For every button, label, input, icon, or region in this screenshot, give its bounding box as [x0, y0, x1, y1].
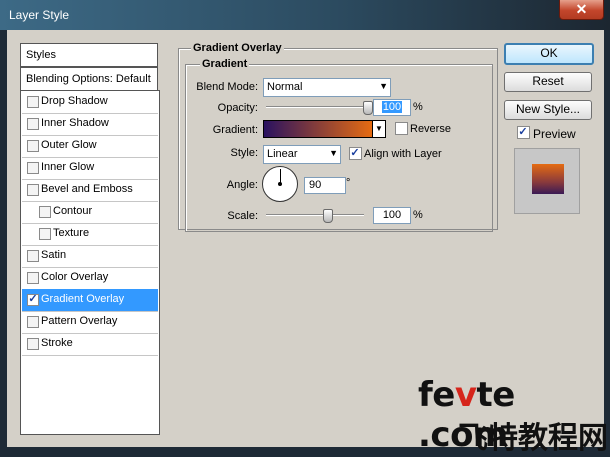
reverse-label: Reverse	[410, 123, 451, 135]
effect-label: Bevel and Emboss	[41, 183, 133, 195]
effects-list: Drop Shadow Inner Shadow Outer Glow Inner G…	[20, 90, 160, 435]
effect-checkbox[interactable]	[39, 228, 51, 240]
effect-item[interactable]: Drop Shadow	[22, 91, 158, 114]
effect-label: Satin	[41, 249, 67, 261]
chevron-down-icon: ▼	[375, 124, 383, 133]
effect-item[interactable]: Contour	[22, 201, 158, 224]
effect-item[interactable]: Texture	[22, 223, 158, 246]
blend-mode-select[interactable]: Normal ▼	[263, 78, 391, 97]
angle-label: Angle:	[226, 179, 258, 191]
scale-unit: %	[413, 209, 423, 221]
style-label: Style:	[230, 147, 258, 159]
angle-dial-center	[278, 182, 282, 186]
effect-item[interactable]: Inner Shadow	[22, 113, 158, 136]
effect-item[interactable]: Stroke	[22, 333, 158, 356]
effect-item[interactable]: Outer Glow	[22, 135, 158, 158]
angle-input[interactable]: 90	[304, 177, 346, 194]
effect-label: Inner Shadow	[41, 117, 109, 129]
style-value: Linear	[267, 148, 298, 160]
blending-options-label: Blending Options: Default	[26, 73, 151, 85]
gradient-dropdown-button[interactable]: ▼	[372, 120, 386, 138]
effect-checkbox[interactable]	[27, 140, 39, 152]
effect-item[interactable]: Bevel and Emboss	[22, 179, 158, 202]
close-button[interactable]: ✕	[559, 0, 604, 20]
opacity-value: 100	[381, 101, 403, 113]
blend-mode-value: Normal	[267, 81, 303, 93]
chevron-down-icon: ▼	[329, 148, 338, 158]
checkmark-icon: ✓	[28, 293, 38, 305]
scale-slider[interactable]	[266, 214, 364, 216]
effect-label: Contour	[53, 205, 93, 217]
effect-checkbox[interactable]	[27, 338, 39, 350]
opacity-unit: %	[413, 101, 423, 113]
reset-button[interactable]: Reset	[504, 72, 592, 92]
effect-item[interactable]: Color Overlay	[22, 267, 158, 290]
style-select[interactable]: Linear ▼	[263, 145, 341, 164]
preview-checkbox[interactable]: ✓	[517, 126, 530, 139]
reverse-checkbox[interactable]	[395, 122, 408, 135]
effect-checkbox[interactable]	[27, 272, 39, 284]
gradient-label: Gradient:	[212, 124, 258, 136]
checkmark-icon: ✓	[518, 126, 528, 138]
effect-item[interactable]: Inner Glow	[22, 157, 158, 180]
effect-item[interactable]: ✓ Gradient Overlay	[22, 289, 158, 312]
scale-label: Scale:	[227, 210, 258, 222]
effect-item[interactable]: Satin	[22, 245, 158, 268]
close-icon: ✕	[575, 1, 588, 17]
align-with-layer-checkbox[interactable]: ✓	[349, 147, 362, 160]
effect-checkbox[interactable]	[27, 316, 39, 328]
title-bar: Layer Style	[0, 0, 610, 30]
blend-mode-label: Blend Mode:	[196, 81, 258, 93]
effect-label: Pattern Overlay	[41, 315, 118, 327]
styles-header[interactable]: Styles	[20, 43, 158, 67]
effect-label: Inner Glow	[41, 161, 95, 173]
window-title: Layer Style	[9, 8, 70, 22]
effect-item[interactable]: Pattern Overlay	[22, 311, 158, 334]
effect-checkbox[interactable]	[39, 206, 51, 218]
effect-checkbox[interactable]: ✓	[27, 293, 39, 306]
ok-button[interactable]: OK	[504, 43, 594, 65]
watermark-text: 飞特教程网	[458, 421, 608, 456]
angle-unit: °	[346, 177, 351, 189]
effect-checkbox[interactable]	[27, 96, 39, 108]
opacity-slider[interactable]	[266, 106, 370, 108]
checkmark-icon: ✓	[350, 147, 360, 159]
opacity-input[interactable]: 100	[373, 99, 411, 116]
preview-label: Preview	[533, 127, 576, 141]
effect-label: Texture	[53, 227, 90, 239]
panel-title: Gradient Overlay	[191, 42, 284, 54]
preview-swatch	[532, 164, 564, 194]
effect-label: Gradient Overlay	[41, 293, 125, 305]
new-style-button[interactable]: New Style...	[504, 100, 592, 120]
scale-input[interactable]: 100	[373, 207, 411, 224]
angle-dial[interactable]	[262, 166, 298, 202]
effect-checkbox[interactable]	[27, 250, 39, 262]
effect-label: Outer Glow	[41, 139, 97, 151]
scale-slider-thumb[interactable]	[323, 209, 333, 223]
effect-checkbox[interactable]	[27, 118, 39, 130]
gradient-picker[interactable]	[263, 120, 373, 138]
align-with-layer-label: Align with Layer	[364, 148, 442, 160]
styles-header-label: Styles	[26, 49, 56, 61]
blending-options-item[interactable]: Blending Options: Default	[20, 67, 158, 91]
effect-label: Color Overlay	[41, 271, 109, 283]
effect-label: Stroke	[41, 337, 73, 349]
chevron-down-icon: ▼	[379, 81, 388, 91]
effect-checkbox[interactable]	[27, 184, 39, 196]
opacity-slider-thumb[interactable]	[363, 101, 373, 115]
opacity-label: Opacity:	[217, 102, 258, 114]
group-title: Gradient	[200, 58, 250, 70]
effect-checkbox[interactable]	[27, 162, 39, 174]
effect-label: Drop Shadow	[41, 95, 108, 107]
